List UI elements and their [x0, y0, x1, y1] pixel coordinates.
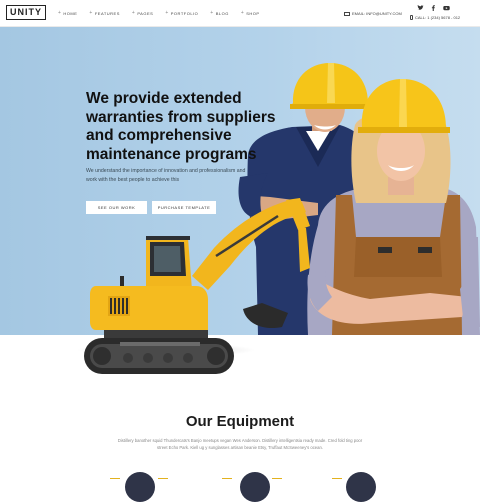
divider-dash — [110, 478, 120, 479]
divider-dash — [222, 478, 232, 479]
plus-icon: + — [210, 10, 214, 16]
nav-item-label: SHOP — [246, 10, 260, 16]
nav-item-label: BLOG — [215, 10, 229, 16]
equipment-icon[interactable] — [346, 472, 376, 502]
nav-item-label: PAGES — [137, 10, 154, 16]
nav-item-pages[interactable]: + PAGES — [132, 10, 153, 16]
nav-item-features[interactable]: + FEATURES — [89, 10, 119, 16]
plus-icon: + — [58, 10, 62, 16]
divider-dash — [158, 478, 168, 479]
main-nav: + HOME + FEATURES + PAGES + PORTFOLIO + BLOG … — [58, 10, 272, 16]
equipment-description: Distillery banother squid Thundercats's … — [117, 438, 363, 450]
equipment-title: Our Equipment — [185, 413, 295, 430]
social-links — [417, 5, 450, 11]
nav-item-label: PORTFOLIO — [170, 10, 199, 16]
top-bar: UNITY + HOME + FEATURES + PAGES + PORTFOLIO … — [0, 0, 480, 27]
hero-headline-line: warranties from suppliers — [86, 108, 276, 126]
hero-subtext: We understand the importance of innovati… — [86, 168, 246, 183]
nav-item-blog[interactable]: + BLOG — [210, 10, 229, 16]
hero-headline-line: maintenance programs — [86, 145, 257, 163]
hero-headline-line: We provide extended — [86, 90, 242, 107]
twitter-icon[interactable] — [417, 5, 424, 11]
divider-dash — [272, 478, 282, 479]
equipment-icon[interactable] — [240, 472, 270, 502]
excavator-image — [84, 198, 310, 374]
plus-icon: + — [165, 10, 169, 16]
facebook-icon[interactable] — [430, 5, 437, 11]
plus-icon: + — [240, 10, 245, 16]
nav-item-portfolio[interactable]: + PORTFOLIO — [165, 10, 198, 16]
equipment-icons-row — [0, 470, 480, 502]
mail-icon — [344, 11, 350, 16]
divider-dash — [332, 478, 342, 479]
youtube-icon[interactable] — [443, 5, 450, 11]
equipment-icon[interactable] — [125, 472, 155, 502]
plus-icon: + — [131, 10, 136, 16]
logo[interactable]: UNITY — [6, 5, 46, 20]
hero-headline: We provide extended warranties from supp… — [86, 90, 276, 164]
phone-label: CALL: 1 (234) 5678 - 012 — [415, 15, 461, 20]
nav-item-label: HOME — [63, 10, 78, 16]
nav-item-label: FEATURES — [94, 10, 120, 16]
phone-icon — [410, 15, 413, 20]
hero-headline-line: and comprehensive — [86, 127, 232, 144]
nav-item-shop[interactable]: + SHOP — [241, 10, 260, 16]
email-label: EMAIL: INFO@UNITY.COM — [352, 11, 402, 16]
nav-item-home[interactable]: + HOME — [58, 10, 77, 16]
contact-email[interactable]: EMAIL: INFO@UNITY.COM — [344, 11, 402, 16]
contact-phone[interactable]: CALL: 1 (234) 5678 - 012 — [410, 15, 460, 20]
plus-icon: + — [89, 10, 93, 16]
